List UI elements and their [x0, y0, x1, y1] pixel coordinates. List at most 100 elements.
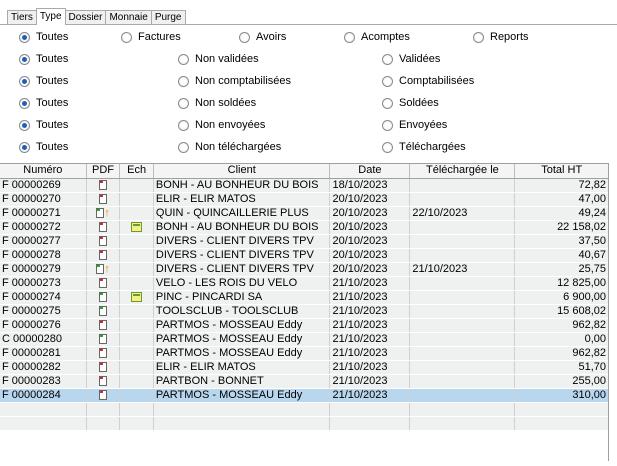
empty-cell [329, 402, 411, 418]
table-row[interactable]: F 00000270 ELIR - ELIR MATOS 20/10/2023 47,… [0, 192, 608, 207]
radio-button-icon[interactable] [178, 141, 189, 153]
filter-radio-option[interactable]: Non comptabilisées [178, 70, 291, 92]
filter-radio-option[interactable]: Non soldées [178, 92, 256, 114]
cell-pdf [86, 248, 121, 263]
calendar-schedule-icon[interactable] [131, 292, 143, 303]
filter-radio-option[interactable]: Reports [473, 26, 529, 48]
pdf-document-icon[interactable] [98, 348, 107, 359]
col-telechargee[interactable]: Téléchargée le [409, 164, 516, 179]
empty-cell [119, 416, 154, 432]
tab-dossier[interactable]: Dossier [64, 10, 107, 25]
filter-radio-option[interactable]: Envoyées [382, 114, 447, 136]
filter-radio-option[interactable]: Acomptes [344, 26, 410, 48]
filter-radio-option[interactable]: Toutes [19, 114, 68, 136]
pdf-document-icon[interactable] [98, 334, 107, 345]
radio-button-icon[interactable] [178, 75, 189, 87]
pdf-document-icon[interactable] [96, 208, 105, 218]
pdf-document-icon[interactable] [98, 193, 107, 204]
radio-button-icon[interactable] [19, 119, 30, 131]
cell-numero: F 00000271 [0, 206, 87, 221]
cell-total-ht: 37,50 [514, 234, 608, 249]
pdf-document-icon[interactable] [98, 236, 107, 246]
radio-button-icon[interactable] [382, 53, 393, 65]
col-total-ht[interactable]: Total HT [514, 164, 608, 179]
filter-radio-option[interactable]: Comptabilisées [382, 70, 474, 92]
col-client[interactable]: Client [153, 164, 331, 179]
filter-radio-option[interactable]: Avoirs [239, 26, 286, 48]
filter-radio-option[interactable]: Toutes [19, 136, 68, 158]
filter-radio-option[interactable]: Validées [382, 48, 440, 70]
filter-radio-option[interactable]: Non téléchargées [178, 136, 281, 158]
table-row[interactable]: F 00000279 ↑ DIVERS - CLIENT DIVERS TPV 20/… [0, 262, 608, 278]
table-row[interactable]: F 00000278 DIVERS - CLIENT DIVERS TPV 20/1… [0, 248, 608, 263]
table-row[interactable]: F 00000273 VELO - LES ROIS DU VELO 21/10/2… [0, 276, 608, 292]
table-row[interactable]: F 00000272 BONH - AU BONHEUR DU BOIS 20/10… [0, 220, 608, 235]
pdf-document-icon[interactable] [98, 292, 107, 303]
table-row[interactable]: F 00000275 TOOLSCLUB - TOOLSCLUB 21/10/202… [0, 304, 608, 320]
filter-radio-option[interactable]: Soldées [382, 92, 439, 114]
radio-button-icon[interactable] [19, 141, 30, 153]
empty-cell [153, 402, 331, 418]
radio-button-icon[interactable] [19, 53, 30, 65]
pdf-document-icon[interactable] [98, 306, 107, 317]
col-pdf[interactable]: PDF [86, 164, 121, 179]
table-row[interactable]: F 00000269 BONH - AU BONHEUR DU BOIS 18/10… [0, 178, 608, 193]
cell-numero: F 00000277 [0, 234, 87, 249]
pdf-document-icon[interactable] [98, 278, 107, 289]
cell-telechargee [409, 248, 516, 263]
table-row[interactable]: F 00000284 PARTMOS - MOSSEAU Eddy 21/10/20… [0, 388, 608, 404]
cell-client: DIVERS - CLIENT DIVERS TPV [153, 234, 331, 249]
radio-label: Non téléchargées [195, 141, 282, 153]
col-numero[interactable]: Numéro [0, 164, 87, 179]
radio-button-icon[interactable] [382, 119, 393, 131]
tab-monnaie[interactable]: Monnaie [105, 10, 152, 25]
radio-button-icon[interactable] [178, 97, 189, 109]
radio-button-icon[interactable] [382, 141, 393, 153]
filter-radio-option[interactable]: Non envoyées [178, 114, 265, 136]
radio-button-icon[interactable] [239, 31, 250, 43]
tab-purge[interactable]: Purge [150, 10, 186, 25]
pdf-document-icon[interactable] [98, 390, 107, 401]
filter-radio-option[interactable]: Toutes [19, 92, 68, 114]
table-row[interactable]: F 00000283 PARTBON - BONNET 21/10/2023 255,… [0, 374, 608, 390]
filter-radio-option[interactable]: Toutes [19, 70, 68, 92]
col-date[interactable]: Date [329, 164, 411, 179]
pdf-document-icon[interactable] [98, 376, 107, 387]
cell-total-ht: 51,70 [514, 360, 608, 376]
cell-date: 21/10/2023 [329, 388, 411, 404]
table-row[interactable]: F 00000274 PINC - PINCARDI SA 21/10/2023 6 … [0, 290, 608, 306]
radio-button-icon[interactable] [121, 31, 132, 43]
pdf-document-icon[interactable] [96, 264, 105, 275]
table-row[interactable]: F 00000281 PARTMOS - MOSSEAU Eddy 21/10/20… [0, 346, 608, 362]
filter-radio-option[interactable]: Non validées [178, 48, 259, 70]
table-row[interactable]: C 00000280 PARTMOS - MOSSEAU Eddy 21/10/20… [0, 332, 608, 348]
radio-button-icon[interactable] [382, 97, 393, 109]
table-row[interactable]: F 00000271 ↑ QUIN - QUINCAILLERIE PLUS 20/1… [0, 206, 608, 221]
filter-radio-option[interactable]: Factures [121, 26, 181, 48]
table-row[interactable]: F 00000276 PARTMOS - MOSSEAU Eddy 21/10/20… [0, 318, 608, 334]
radio-button-icon[interactable] [19, 31, 30, 43]
radio-button-icon[interactable] [382, 75, 393, 87]
radio-button-icon[interactable] [19, 97, 30, 109]
radio-button-icon[interactable] [178, 53, 189, 65]
filter-radio-option[interactable]: Téléchargées [382, 136, 466, 158]
radio-button-icon[interactable] [473, 31, 484, 43]
radio-button-icon[interactable] [178, 119, 189, 131]
table-row[interactable]: F 00000282 ELIR - ELIR MATOS 21/10/2023 51,… [0, 360, 608, 376]
radio-label: Soldées [399, 97, 439, 109]
cell-date: 21/10/2023 [329, 346, 411, 362]
calendar-schedule-icon[interactable] [131, 222, 143, 232]
filter-radio-option[interactable]: Toutes [19, 48, 68, 70]
tab-type[interactable]: Type [35, 8, 66, 25]
col-ech[interactable]: Ech [119, 164, 154, 179]
pdf-document-icon[interactable] [98, 320, 107, 331]
pdf-document-icon[interactable] [98, 250, 107, 260]
pdf-document-icon[interactable] [98, 179, 107, 190]
pdf-document-icon[interactable] [98, 362, 107, 373]
filter-radio-option[interactable]: Toutes [19, 26, 68, 48]
table-row[interactable]: F 00000277 DIVERS - CLIENT DIVERS TPV 20/1… [0, 234, 608, 249]
radio-button-icon[interactable] [344, 31, 355, 43]
tab-tiers[interactable]: Tiers [7, 10, 37, 25]
radio-button-icon[interactable] [19, 75, 30, 87]
pdf-document-icon[interactable] [98, 222, 107, 232]
